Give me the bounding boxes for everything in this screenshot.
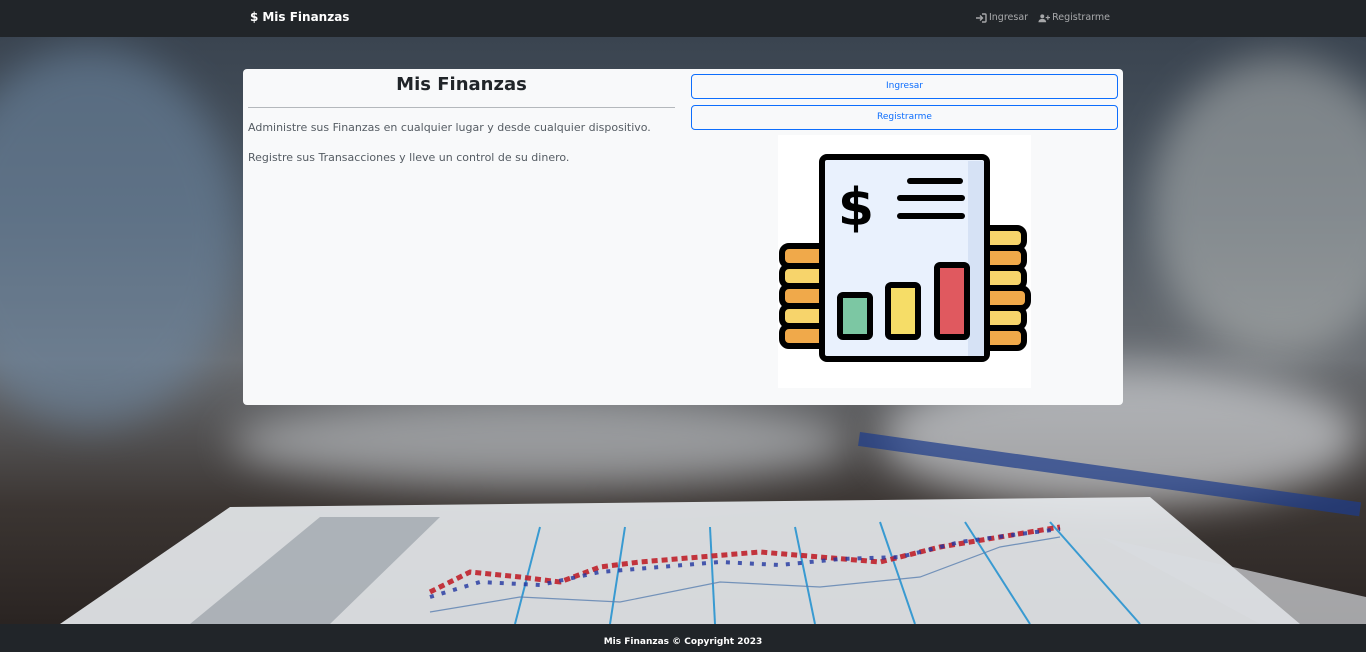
- svg-text:$: $: [838, 178, 874, 238]
- brand-label: Mis Finanzas: [262, 10, 350, 24]
- divider: [248, 107, 675, 108]
- nav-link-registrarme-label: Registrarme: [1052, 12, 1110, 23]
- user-plus-icon: [1038, 13, 1051, 22]
- dollar-icon: $: [250, 10, 259, 24]
- card-text-column: Mis Finanzas Administre sus Finanzas en …: [248, 69, 675, 164]
- nav-link-ingresar-label: Ingresar: [988, 12, 1029, 23]
- welcome-card: Mis Finanzas Administre sus Finanzas en …: [243, 69, 1123, 405]
- sign-in-icon: [975, 12, 987, 23]
- nav-link-registrarme[interactable]: Registrarme: [1038, 12, 1110, 23]
- nav-link-ingresar[interactable]: Ingresar: [975, 12, 1028, 23]
- description-paragraph-2: Registre sus Transacciones y lleve un co…: [248, 151, 570, 164]
- nav-links: Ingresar Registrarme: [975, 12, 1110, 23]
- copyright-text: Mis Finanzas © Copyright 2023: [603, 637, 763, 647]
- register-button[interactable]: Registrarme: [691, 105, 1118, 130]
- login-button[interactable]: Ingresar: [691, 74, 1118, 99]
- finance-illustration: $: [778, 135, 1031, 388]
- card-title: Mis Finanzas: [396, 74, 527, 95]
- top-navbar: $ Mis Finanzas Ingresar Registrarme: [0, 0, 1366, 37]
- footer: Mis Finanzas © Copyright 2023: [0, 624, 1366, 652]
- description-paragraph-1: Administre sus Finanzas en cualquier lug…: [248, 121, 651, 134]
- brand-link[interactable]: $ Mis Finanzas: [250, 10, 349, 24]
- finance-report-icon: $: [779, 154, 1031, 362]
- card-action-column: Ingresar Registrarme $: [691, 74, 1118, 388]
